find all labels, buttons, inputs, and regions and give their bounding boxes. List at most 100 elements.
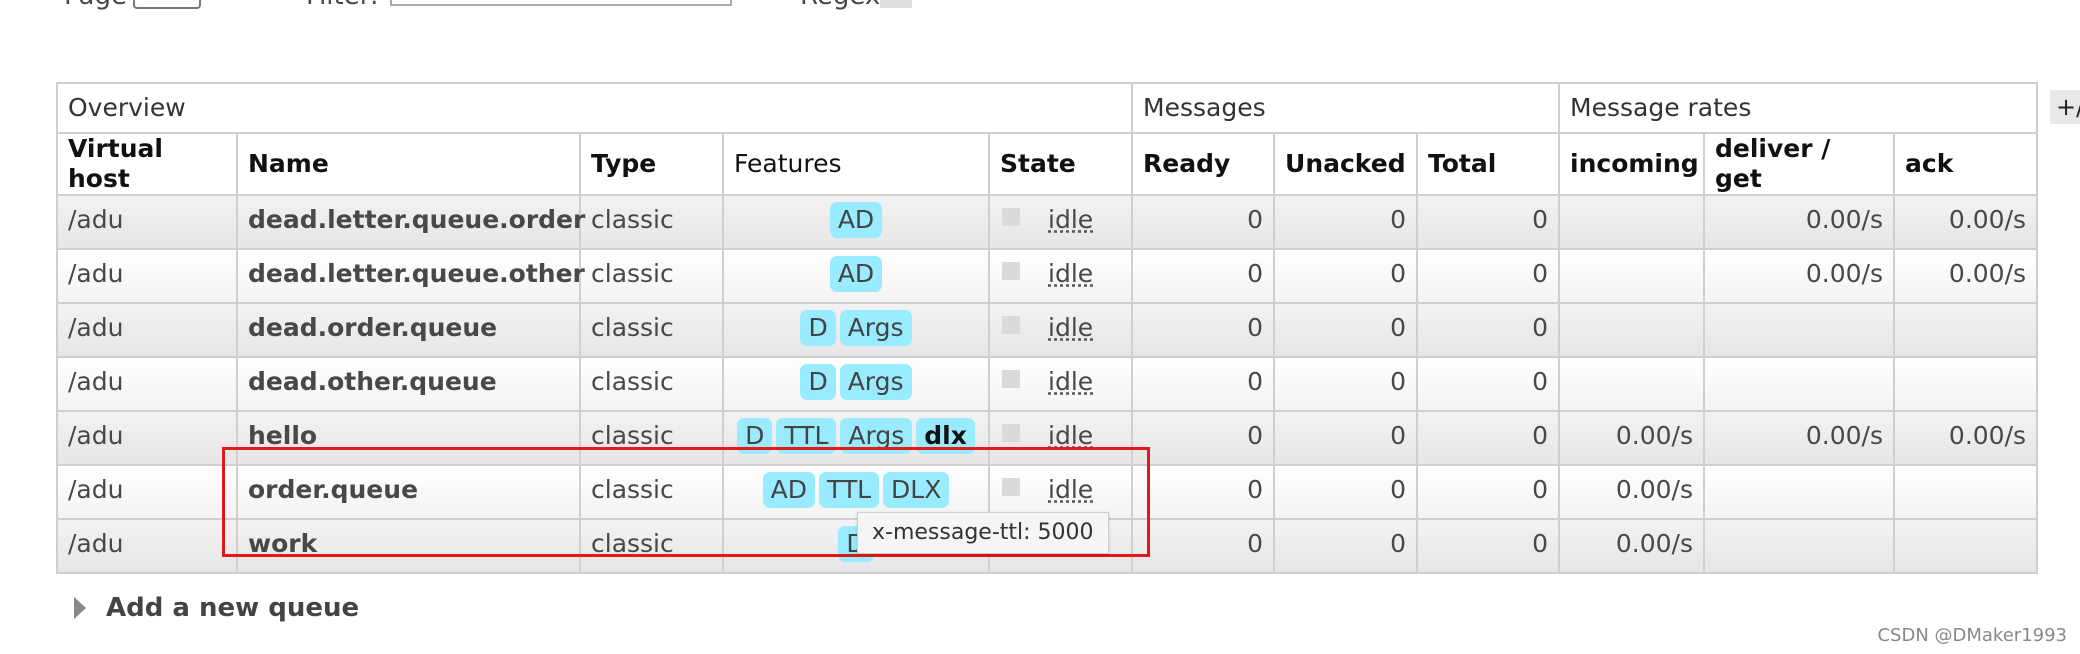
cell-type: classic bbox=[579, 302, 724, 358]
col-unacked[interactable]: Unacked bbox=[1273, 132, 1419, 196]
cell-total: 0 bbox=[1416, 464, 1561, 520]
queues-table: Overview Messages Message rates Virtual … bbox=[55, 82, 2039, 574]
feature-tag[interactable]: TTL bbox=[819, 472, 880, 508]
cell-type: classic bbox=[579, 248, 724, 304]
feature-tag[interactable]: DLX bbox=[883, 472, 950, 508]
add-queue-section[interactable]: Add a new queue bbox=[74, 591, 359, 625]
cell-unacked: 0 bbox=[1273, 410, 1419, 466]
regex-help-button[interactable]: ? bbox=[880, 0, 912, 8]
cell-queue-name-link[interactable]: order.queue bbox=[236, 464, 581, 520]
col-state[interactable]: State bbox=[987, 132, 1134, 196]
cell-type: classic bbox=[579, 356, 724, 412]
col-deliver-get[interactable]: deliver / get bbox=[1703, 132, 1896, 196]
cell-ready: 0 bbox=[1131, 302, 1276, 358]
square-icon bbox=[1002, 208, 1020, 226]
feature-tag[interactable]: Args bbox=[839, 364, 912, 400]
cell-state: idle bbox=[987, 464, 1134, 520]
cell-incoming bbox=[1558, 248, 1706, 304]
feature-tag[interactable]: AD bbox=[829, 256, 883, 292]
cell-deliver-get: 0.00/s bbox=[1703, 194, 1896, 250]
group-overview: Overview bbox=[55, 82, 1134, 134]
col-ack[interactable]: ack bbox=[1893, 132, 2039, 196]
cell-unacked: 0 bbox=[1273, 248, 1419, 304]
cell-queue-name-link[interactable]: dead.order.queue bbox=[236, 302, 581, 358]
cell-ready: 0 bbox=[1131, 410, 1276, 466]
queue-row: /adu dead.letter.queue.other classic AD idle… bbox=[56, 248, 2039, 304]
cell-ack bbox=[1893, 302, 2039, 358]
cell-total: 0 bbox=[1416, 194, 1561, 250]
cell-unacked: 0 bbox=[1273, 194, 1419, 250]
group-messages: Messages bbox=[1131, 82, 1561, 134]
cell-ack bbox=[1893, 464, 2039, 520]
cell-features: D Args bbox=[722, 356, 990, 412]
triangle-right-icon bbox=[74, 597, 86, 619]
queue-row: /adu dead.other.queue classic D Args idle 0 0 0 bbox=[56, 356, 2039, 412]
cell-state: idle bbox=[987, 248, 1134, 304]
page-input[interactable] bbox=[133, 0, 201, 9]
cell-total: 0 bbox=[1416, 302, 1561, 358]
cell-vhost: /adu bbox=[56, 248, 238, 304]
cell-vhost: /adu bbox=[56, 194, 238, 250]
filter-input[interactable] bbox=[390, 0, 732, 6]
col-total[interactable]: Total bbox=[1416, 132, 1561, 196]
cell-ack: 0.00/s bbox=[1893, 410, 2039, 466]
feature-tag[interactable]: AD bbox=[829, 202, 883, 238]
feature-tag[interactable]: D bbox=[800, 364, 836, 400]
feature-tag[interactable]: D bbox=[737, 418, 773, 454]
filter-bar: Page Filter: Regex ? bbox=[0, 0, 1000, 16]
cell-deliver-get bbox=[1703, 356, 1896, 412]
feature-tag[interactable]: dlx bbox=[916, 418, 975, 454]
cell-total: 0 bbox=[1416, 356, 1561, 412]
feature-tag[interactable]: Args bbox=[840, 418, 913, 454]
state-label: idle bbox=[1048, 313, 1094, 342]
col-virtual-host[interactable]: Virtual host bbox=[56, 132, 238, 196]
cell-total: 0 bbox=[1416, 410, 1561, 466]
col-name[interactable]: Name bbox=[236, 132, 581, 196]
cell-type: classic bbox=[579, 194, 724, 250]
cell-incoming bbox=[1558, 194, 1706, 250]
state-label: idle bbox=[1048, 259, 1094, 288]
cell-deliver-get: 0.00/s bbox=[1703, 410, 1896, 466]
regex-label: Regex bbox=[800, 0, 880, 12]
cell-deliver-get bbox=[1703, 302, 1896, 358]
cell-queue-name-link[interactable]: dead.letter.queue.order bbox=[236, 194, 585, 250]
queue-row: /adu hello classic D TTL Args dlx idle 0 0 0 0.00/s… bbox=[56, 410, 2039, 466]
cell-state: idle bbox=[987, 410, 1134, 466]
cell-deliver-get bbox=[1703, 464, 1896, 520]
cell-unacked: 0 bbox=[1273, 464, 1419, 520]
cell-vhost: /adu bbox=[56, 518, 238, 574]
feature-tooltip: x-message-ttl: 5000 bbox=[857, 512, 1109, 554]
cell-state: idle bbox=[987, 194, 1134, 250]
col-type[interactable]: Type bbox=[579, 132, 724, 196]
cell-features: AD bbox=[722, 194, 990, 250]
queue-row: /adu order.queue classic AD TTL DLX idle 0 0 0 0.0… bbox=[56, 464, 2039, 520]
cell-total: 0 bbox=[1416, 248, 1561, 304]
cell-type: classic bbox=[579, 410, 724, 466]
add-queue-label: Add a new queue bbox=[106, 593, 360, 623]
cell-unacked: 0 bbox=[1273, 518, 1419, 574]
group-message-rates: Message rates bbox=[1558, 82, 2039, 134]
feature-tag[interactable]: TTL bbox=[776, 418, 837, 454]
cell-vhost: /adu bbox=[56, 302, 238, 358]
cell-ack: 0.00/s bbox=[1893, 194, 2039, 250]
cell-queue-name-link[interactable]: work bbox=[236, 518, 581, 574]
cell-features: D Args bbox=[722, 302, 990, 358]
cell-state: idle bbox=[987, 356, 1134, 412]
cell-queue-name-link[interactable]: hello bbox=[236, 410, 581, 466]
cell-ack: 0.00/s bbox=[1893, 248, 2039, 304]
cell-vhost: /adu bbox=[56, 410, 238, 466]
cell-deliver-get bbox=[1703, 518, 1896, 574]
cell-queue-name-link[interactable]: dead.other.queue bbox=[236, 356, 581, 412]
col-ready[interactable]: Ready bbox=[1131, 132, 1276, 196]
col-incoming[interactable]: incoming bbox=[1558, 132, 1706, 196]
feature-tag[interactable]: D bbox=[800, 310, 836, 346]
cell-incoming bbox=[1558, 356, 1706, 412]
cell-ack bbox=[1893, 518, 2039, 574]
columns-toggle-button[interactable]: +/ bbox=[2050, 90, 2080, 124]
feature-tag[interactable]: AD bbox=[762, 472, 815, 508]
cell-queue-name-link[interactable]: dead.letter.queue.other bbox=[236, 248, 585, 304]
square-icon bbox=[1002, 370, 1020, 388]
cell-state: idle bbox=[987, 302, 1134, 358]
feature-tag[interactable]: Args bbox=[839, 310, 912, 346]
cell-vhost: /adu bbox=[56, 464, 238, 520]
